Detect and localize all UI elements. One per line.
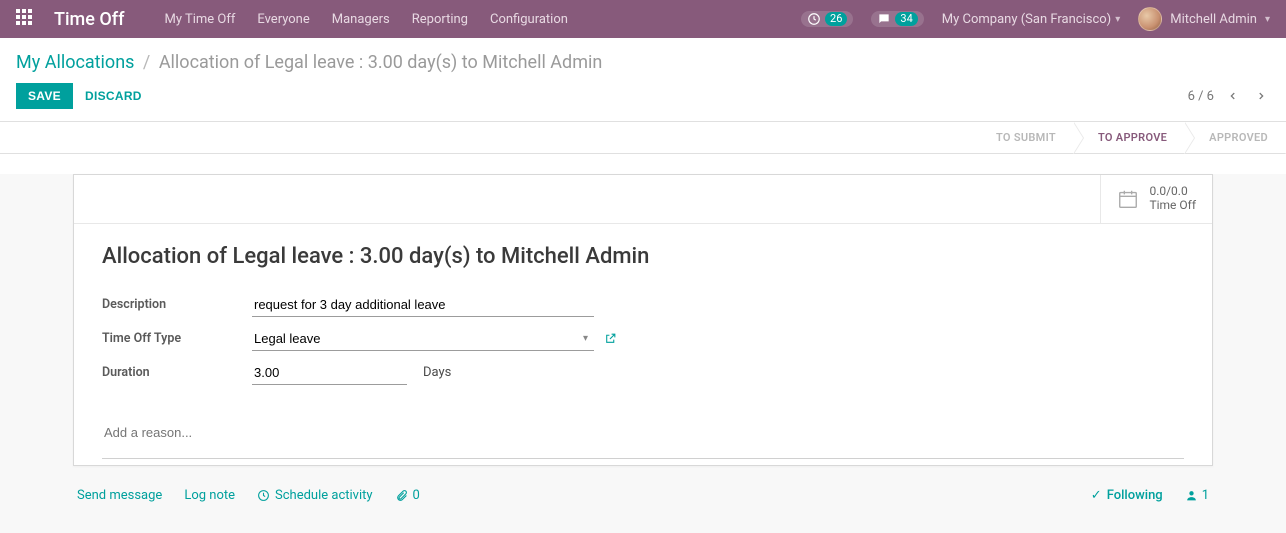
following-button[interactable]: ✓ Following — [1091, 488, 1163, 503]
discard-button[interactable]: DISCARD — [73, 83, 154, 109]
form-grid: Description Time Off Type ▾ Duration — [102, 293, 742, 385]
app-title: Time Off — [54, 9, 124, 30]
duration-input[interactable] — [252, 361, 407, 385]
attachments-button[interactable]: 0 — [395, 488, 420, 503]
sheet-body: Allocation of Legal leave : 3.00 day(s) … — [74, 224, 1212, 465]
save-button[interactable]: SAVE — [16, 83, 73, 109]
form-sheet: 0.0/0.0 Time Off Allocation of Legal lea… — [73, 174, 1213, 466]
external-link-icon[interactable] — [604, 332, 617, 345]
pager-prev[interactable] — [1224, 89, 1242, 103]
topbar: Time Off My Time Off Everyone Managers R… — [0, 0, 1286, 38]
pager-next[interactable] — [1252, 89, 1270, 103]
send-message-button[interactable]: Send message — [77, 488, 162, 503]
main-menu: My Time Off Everyone Managers Reporting … — [164, 12, 567, 27]
chevron-down-icon: ▾ — [1115, 14, 1120, 25]
stat-buttons: 0.0/0.0 Time Off — [74, 175, 1212, 224]
messages-count: 34 — [895, 12, 917, 26]
menu-reporting[interactable]: Reporting — [412, 12, 468, 27]
activities-count: 26 — [825, 12, 847, 26]
company-name: My Company (San Francisco) — [942, 12, 1111, 27]
paperclip-icon — [395, 489, 408, 502]
label-duration: Duration — [102, 365, 252, 380]
stat-value: 0.0/0.0 — [1149, 185, 1196, 199]
status-to-submit[interactable]: TO SUBMIT — [972, 122, 1074, 153]
user-icon — [1185, 489, 1198, 502]
chatter-bar: Send message Log note Schedule activity … — [73, 488, 1213, 503]
action-bar: SAVE DISCARD 6 / 6 — [0, 83, 1286, 121]
pager-position: 6 / 6 — [1188, 89, 1214, 104]
company-switcher[interactable]: My Company (San Francisco) ▾ — [942, 12, 1120, 27]
menu-my-time-off[interactable]: My Time Off — [164, 12, 235, 27]
form-area: 0.0/0.0 Time Off Allocation of Legal lea… — [0, 174, 1286, 533]
breadcrumb: My Allocations / Allocation of Legal lea… — [0, 38, 1286, 83]
log-note-button[interactable]: Log note — [184, 488, 235, 503]
status-bar: TO SUBMIT TO APPROVE APPROVED — [0, 122, 1286, 154]
apps-icon[interactable] — [16, 9, 36, 29]
breadcrumb-separator: / — [143, 52, 150, 73]
user-name: Mitchell Admin — [1170, 12, 1257, 27]
menu-configuration[interactable]: Configuration — [490, 12, 568, 27]
calendar-icon — [1117, 188, 1139, 210]
menu-everyone[interactable]: Everyone — [257, 12, 309, 27]
description-input[interactable] — [252, 293, 594, 317]
avatar — [1138, 7, 1162, 31]
time-off-stat-button[interactable]: 0.0/0.0 Time Off — [1100, 175, 1212, 223]
followers-button[interactable]: 1 — [1185, 488, 1209, 503]
status-to-approve[interactable]: TO APPROVE — [1074, 122, 1185, 153]
check-icon: ✓ — [1091, 488, 1102, 503]
reason-input[interactable] — [102, 415, 1184, 459]
clock-icon — [807, 12, 821, 26]
user-menu[interactable]: Mitchell Admin ▾ — [1138, 7, 1270, 31]
clock-icon — [257, 489, 270, 502]
label-type: Time Off Type — [102, 331, 252, 346]
duration-unit: Days — [423, 365, 451, 380]
chat-icon — [877, 12, 891, 26]
record-title: Allocation of Legal leave : 3.00 day(s) … — [102, 244, 1184, 269]
time-off-type-select[interactable] — [252, 327, 594, 351]
stat-label: Time Off — [1149, 199, 1196, 213]
schedule-activity-button[interactable]: Schedule activity — [257, 488, 373, 503]
breadcrumb-current: Allocation of Legal leave : 3.00 day(s) … — [159, 52, 603, 73]
messages-button[interactable]: 34 — [871, 11, 923, 27]
activities-button[interactable]: 26 — [801, 11, 853, 27]
status-approved[interactable]: APPROVED — [1185, 122, 1286, 153]
menu-managers[interactable]: Managers — [332, 12, 390, 27]
topbar-right: 26 34 My Company (San Francisco) ▾ Mitch… — [801, 7, 1270, 31]
chevron-down-icon: ▾ — [1265, 14, 1270, 25]
label-description: Description — [102, 297, 252, 312]
pager: 6 / 6 — [1188, 89, 1270, 104]
breadcrumb-parent[interactable]: My Allocations — [16, 52, 134, 73]
